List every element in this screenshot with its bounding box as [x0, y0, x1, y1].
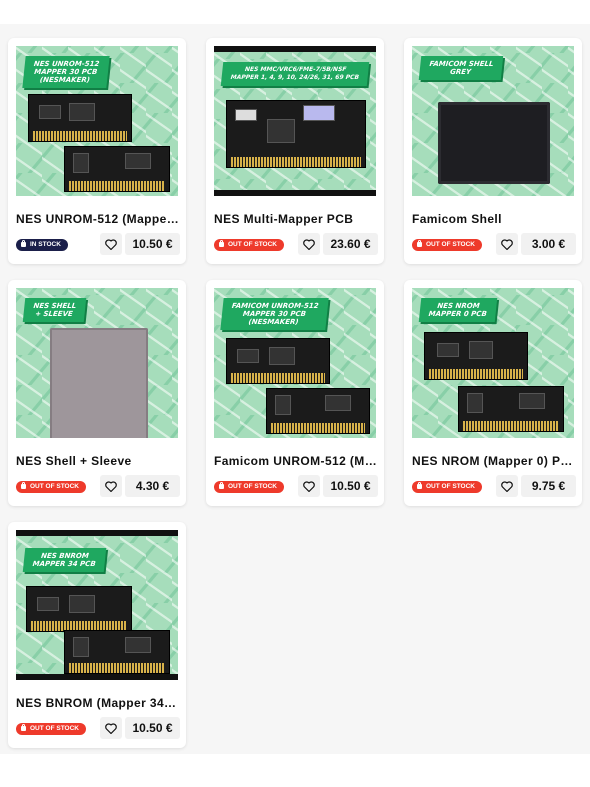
favorite-button[interactable] [100, 233, 122, 255]
product-card[interactable]: NES BNROM MAPPER 34 PCB NES BNROM (Mappe… [8, 522, 186, 748]
favorite-button[interactable] [496, 233, 518, 255]
stock-label: IN STOCK [30, 241, 61, 248]
product-card[interactable]: FAMICOM SHELL GREY Famicom Shell OUT OF … [404, 38, 582, 264]
product-card[interactable]: FAMICOM UNROM-512 MAPPER 30 PCB (NESMAKE… [206, 280, 384, 506]
nes-shell-image [50, 328, 148, 438]
price-label: 10.50 € [323, 475, 378, 497]
stock-label: OUT OF STOCK [426, 241, 475, 248]
price-label: 10.50 € [125, 717, 180, 739]
stock-badge: IN STOCK [16, 239, 68, 251]
stock-badge: OUT OF STOCK [214, 481, 284, 493]
product-image[interactable]: FAMICOM UNROM-512 MAPPER 30 PCB (NESMAKE… [214, 288, 376, 438]
product-image[interactable]: NES BNROM MAPPER 34 PCB [16, 530, 178, 680]
heart-outline-icon [501, 480, 513, 492]
product-image[interactable]: NES NROM MAPPER 0 PCB [412, 288, 574, 438]
favorite-button[interactable] [496, 475, 518, 497]
product-tag: NES MMC/VRC6/FME-7/5B/NSF MAPPER 1, 4, 9… [220, 62, 370, 86]
product-tag: FAMICOM SHELL GREY [418, 56, 504, 80]
product-tag: NES BNROM MAPPER 34 PCB [22, 548, 107, 572]
lock-icon [21, 724, 26, 731]
price-label: 9.75 € [521, 475, 576, 497]
pcb-board [64, 146, 170, 192]
product-image[interactable]: NES SHELL + SLEEVE [16, 288, 178, 438]
product-card[interactable]: NES UNROM-512 MAPPER 30 PCB (NESMAKER) N… [8, 38, 186, 264]
stock-badge: OUT OF STOCK [214, 239, 284, 251]
stock-label: OUT OF STOCK [228, 241, 277, 248]
lock-icon [21, 240, 26, 247]
product-name[interactable]: Famicom UNROM-512 (Ma... [214, 454, 378, 468]
favorite-button[interactable] [100, 717, 122, 739]
favorite-button[interactable] [298, 475, 320, 497]
pcb-board [64, 630, 170, 674]
product-name[interactable]: Famicom Shell [412, 212, 576, 226]
product-name[interactable]: NES NROM (Mapper 0) PCB [412, 454, 576, 468]
price-label: 3.00 € [521, 233, 576, 255]
price-label: 23.60 € [323, 233, 378, 255]
product-card[interactable]: NES SHELL + SLEEVE NES Shell + Sleeve OU… [8, 280, 186, 506]
pcb-board [226, 100, 366, 168]
product-name[interactable]: NES UNROM-512 (Mapper ... [16, 212, 180, 226]
heart-outline-icon [303, 238, 315, 250]
pcb-board [226, 338, 330, 384]
product-name[interactable]: NES Shell + Sleeve [16, 454, 180, 468]
stock-label: OUT OF STOCK [30, 725, 79, 732]
pcb-board [26, 586, 132, 632]
lock-icon [417, 482, 422, 489]
favorite-button[interactable] [298, 233, 320, 255]
lock-icon [417, 240, 422, 247]
product-grid: NES UNROM-512 MAPPER 30 PCB (NESMAKER) N… [0, 24, 590, 754]
pcb-board [458, 386, 564, 432]
product-image[interactable]: FAMICOM SHELL GREY [412, 46, 574, 196]
product-tag: NES SHELL + SLEEVE [22, 298, 86, 322]
stock-badge: OUT OF STOCK [412, 239, 482, 251]
pcb-board [266, 388, 370, 434]
pcb-board [28, 94, 132, 142]
pcb-board [424, 332, 528, 380]
product-tag: FAMICOM UNROM-512 MAPPER 30 PCB (NESMAKE… [220, 298, 329, 330]
product-name[interactable]: NES Multi-Mapper PCB [214, 212, 378, 226]
lock-icon [219, 482, 224, 489]
product-image[interactable]: NES UNROM-512 MAPPER 30 PCB (NESMAKER) [16, 46, 178, 196]
stock-label: OUT OF STOCK [30, 483, 79, 490]
heart-outline-icon [105, 238, 117, 250]
product-card[interactable]: NES MMC/VRC6/FME-7/5B/NSF MAPPER 1, 4, 9… [206, 38, 384, 264]
product-card[interactable]: NES NROM MAPPER 0 PCB NES NROM (Mapper 0… [404, 280, 582, 506]
stock-label: OUT OF STOCK [228, 483, 277, 490]
stock-badge: OUT OF STOCK [412, 481, 482, 493]
heart-outline-icon [303, 480, 315, 492]
stock-label: OUT OF STOCK [426, 483, 475, 490]
lock-icon [21, 482, 26, 489]
heart-outline-icon [105, 722, 117, 734]
product-image[interactable]: NES MMC/VRC6/FME-7/5B/NSF MAPPER 1, 4, 9… [214, 46, 376, 196]
product-tag: NES UNROM-512 MAPPER 30 PCB (NESMAKER) [22, 56, 110, 88]
stock-badge: OUT OF STOCK [16, 481, 86, 493]
famicom-shell-image [438, 102, 550, 184]
heart-outline-icon [501, 238, 513, 250]
stock-badge: OUT OF STOCK [16, 723, 86, 735]
favorite-button[interactable] [100, 475, 122, 497]
lock-icon [219, 240, 224, 247]
product-name[interactable]: NES BNROM (Mapper 34) ... [16, 696, 180, 710]
price-label: 10.50 € [125, 233, 180, 255]
heart-outline-icon [105, 480, 117, 492]
product-tag: NES NROM MAPPER 0 PCB [418, 298, 498, 322]
price-label: 4.30 € [125, 475, 180, 497]
